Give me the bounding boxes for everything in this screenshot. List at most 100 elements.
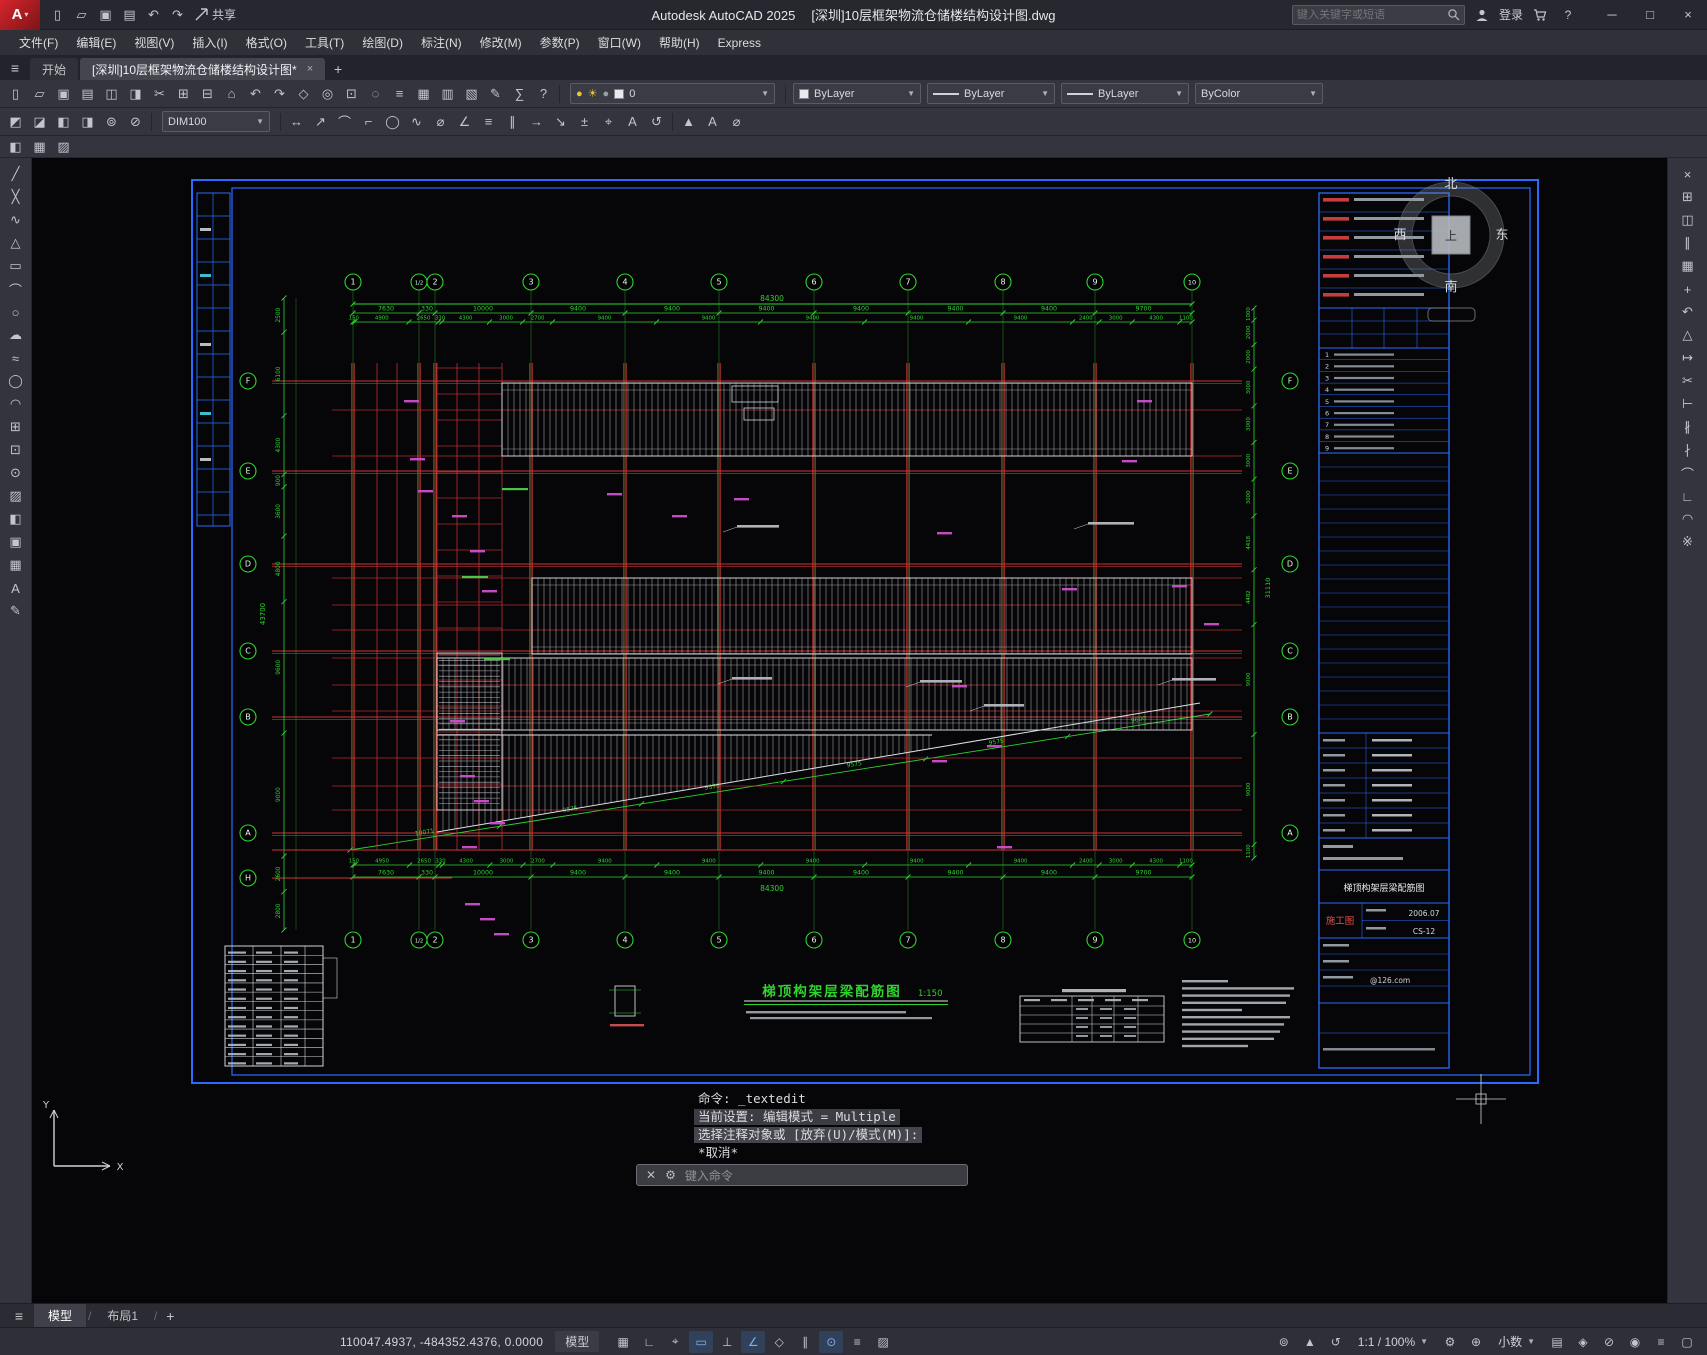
tolerance-button[interactable]: ± (573, 111, 596, 133)
share-button[interactable]: 共享 (195, 6, 236, 23)
move-button[interactable]: + (1676, 278, 1699, 300)
tab-layout1[interactable]: 布局1 (93, 1304, 152, 1327)
close-tab-icon[interactable]: × (307, 63, 313, 75)
user-icon[interactable] (1471, 4, 1493, 26)
dim-ordinate-button[interactable]: ⌐ (357, 111, 380, 133)
dim-radius-button[interactable]: ◯ (381, 111, 404, 133)
plotstyle-dropdown[interactable]: ByColor ▼ (1195, 83, 1323, 104)
lock-ui-button[interactable]: ◈ (1571, 1331, 1595, 1353)
annotation-scale-dropdown[interactable]: 1:1 / 100% ▼ (1350, 1333, 1436, 1351)
offset-button[interactable]: ∥ (1676, 232, 1699, 254)
draworder-above-button[interactable]: ◧ (52, 111, 75, 133)
publish-button[interactable]: ◨ (124, 83, 147, 105)
ortho-mode-button[interactable]: ⊥ (715, 1331, 739, 1353)
dim-style-dropdown[interactable]: DIM100 ▼ (162, 111, 270, 132)
redo-button[interactable]: ↷ (166, 4, 189, 26)
app-menu-button[interactable]: A ▾ (0, 0, 40, 30)
command-cancel-icon[interactable]: ✕ (646, 1168, 656, 1182)
hatch-button[interactable]: ▨ (4, 485, 27, 507)
break-at-point-button[interactable]: ∦ (1676, 416, 1699, 438)
annotation-monitor-button[interactable]: ⊕ (1464, 1331, 1488, 1353)
grid-display-button[interactable]: ▦ (611, 1331, 635, 1353)
dim-diameter-button[interactable]: ⌀ (429, 111, 452, 133)
undo-button[interactable]: ↶ (244, 83, 267, 105)
infer-constraints-button[interactable]: ⌖ (663, 1331, 687, 1353)
selection-cycling-button[interactable]: ⊚ (1272, 1331, 1296, 1353)
circle-button[interactable]: ○ (4, 301, 27, 323)
cart-icon[interactable] (1529, 4, 1551, 26)
chamfer-button[interactable]: ∟ (1676, 485, 1699, 507)
region-button[interactable]: ▣ (4, 531, 27, 553)
drawing-canvas[interactable]: 1 2 3 4 5 6 7 8 9 梯顶构架层梁配筋图 施工图 2006.07 CS-12 @126.co… (32, 158, 1667, 1303)
menu-item[interactable]: 插入(I) (183, 30, 236, 55)
draworder-back-button[interactable]: ◪ (28, 111, 51, 133)
units-dropdown[interactable]: 小数 ▼ (1490, 1331, 1543, 1352)
menu-item[interactable]: 绘图(D) (353, 30, 412, 55)
construction-line-button[interactable]: ╳ (4, 186, 27, 208)
menu-item[interactable]: 窗口(W) (589, 30, 650, 55)
dynamic-input-button[interactable]: ▭ (689, 1330, 714, 1353)
menu-item[interactable]: 格式(O) (237, 30, 296, 55)
ellipse-arc-button[interactable]: ◠ (4, 393, 27, 415)
command-customize-icon[interactable]: ⚙ (665, 1168, 676, 1182)
add-selected-button[interactable]: ✎ (4, 600, 27, 622)
center-mark-button[interactable]: ⌖ (597, 111, 620, 133)
scale-button[interactable]: △ (1676, 324, 1699, 346)
save-button[interactable]: ▣ (52, 83, 75, 105)
object-snap-button[interactable]: ⊙ (819, 1330, 844, 1353)
revision-cloud-button[interactable]: ☁ (4, 324, 27, 346)
erase-button[interactable]: × (1676, 163, 1699, 185)
new-layout-button[interactable]: + (159, 1305, 181, 1327)
annotation-button[interactable]: ▲ (677, 111, 700, 133)
new-button[interactable]: ▯ (4, 83, 27, 105)
lineweight-display-button[interactable]: ≡ (845, 1331, 869, 1353)
isodraft-button[interactable]: ◇ (767, 1331, 791, 1353)
point-button[interactable]: ⊙ (4, 462, 27, 484)
dim-aligned-button[interactable]: ↗ (309, 111, 332, 133)
quick-calc-button[interactable]: ∑ (508, 83, 531, 105)
dim-jogged-button[interactable]: ∿ (405, 111, 428, 133)
make-block-button[interactable]: ⊡ (4, 439, 27, 461)
zoom-window-button[interactable]: ⊡ (340, 83, 363, 105)
menu-item[interactable]: 参数(P) (531, 30, 589, 55)
redo-button[interactable]: ↷ (268, 83, 291, 105)
menu-item[interactable]: 修改(M) (471, 30, 531, 55)
signin-button[interactable]: 登录 (1499, 6, 1523, 23)
spline-button[interactable]: ≈ (4, 347, 27, 369)
menu-item[interactable]: 视图(V) (125, 30, 183, 55)
paste-button[interactable]: ⊟ (196, 83, 219, 105)
menu-item[interactable]: Express (709, 32, 770, 54)
gradient-button[interactable]: ◧ (4, 508, 27, 530)
copy-clip-button[interactable]: ⊞ (172, 83, 195, 105)
layer-states-button[interactable]: ▦ (28, 136, 51, 158)
linetype-dropdown[interactable]: ByLayer ▼ (927, 83, 1055, 104)
layer-isolate-button[interactable]: ▨ (52, 136, 75, 158)
rotate-button[interactable]: ↶ (1676, 301, 1699, 323)
markup-button[interactable]: ✎ (484, 83, 507, 105)
graphics-performance-button[interactable]: ◉ (1623, 1331, 1647, 1353)
maximize-button[interactable]: □ (1631, 0, 1669, 30)
new-tab-button[interactable]: + (327, 58, 349, 80)
command-input[interactable]: ✕ ⚙ 键入命令 (636, 1164, 968, 1186)
menu-item[interactable]: 帮助(H) (650, 30, 709, 55)
explode-button[interactable]: ※ (1676, 531, 1699, 553)
layer-dropdown[interactable]: ● ☀ ● 0 ▼ (570, 83, 775, 104)
dim-continue-button[interactable]: → (525, 111, 548, 133)
menu-item[interactable]: 编辑(E) (67, 30, 125, 55)
tab-model[interactable]: 模型 (34, 1304, 87, 1327)
quick-properties-button[interactable]: ▤ (1545, 1331, 1569, 1353)
match-properties-button[interactable]: ⌂ (220, 83, 243, 105)
autoscale-button[interactable]: ↺ (1324, 1331, 1348, 1353)
dim-text-edit-button[interactable]: A (621, 111, 644, 133)
dim-arc-length-button[interactable]: ⌒ (333, 111, 356, 133)
quick-dim-button[interactable]: ≡ (477, 111, 500, 133)
new-drawing-button[interactable]: ▯ (46, 4, 69, 26)
clean-screen-button[interactable]: ▢ (1675, 1331, 1699, 1353)
dim-update-button[interactable]: ↺ (645, 111, 668, 133)
properties-button[interactable]: ≡ (388, 83, 411, 105)
hide-objects-button[interactable]: ⊘ (124, 111, 147, 133)
customization-button[interactable]: ≡ (1649, 1331, 1673, 1353)
workspace-switching-button[interactable]: ⚙ (1438, 1331, 1462, 1353)
plot-button[interactable]: ▤ (76, 83, 99, 105)
zoom-previous-button[interactable]: ◌ (364, 83, 387, 105)
